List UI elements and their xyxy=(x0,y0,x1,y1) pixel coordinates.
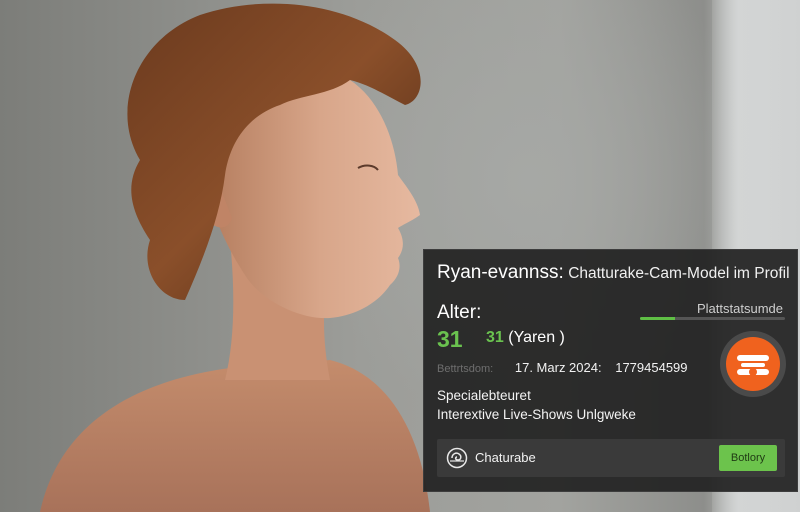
platform-strip: Chaturabe Botlory xyxy=(437,439,785,477)
profile-card: Ryan-evannss: Chatturake-Cam-Model im Pr… xyxy=(423,249,798,492)
platform-name: Chaturabe xyxy=(475,450,536,465)
meta-label: Bettrtsdom: xyxy=(437,363,494,375)
platform-action-button[interactable]: Botlory xyxy=(719,445,777,471)
specialty-title: Specialebteuret xyxy=(437,388,531,403)
profile-title: Ryan-evannss: Chatturake-Cam-Model im Pr… xyxy=(437,262,792,284)
meta-date: 17. Marz 2024: xyxy=(514,360,602,375)
age-value: 31 xyxy=(437,326,463,352)
spiral-logo-icon xyxy=(446,447,468,469)
age-years-text: (Yaren ) xyxy=(508,329,565,346)
age-years-number: 31 xyxy=(486,329,504,346)
platform-progress-bar xyxy=(640,317,785,320)
age-years: 31 (Yaren ) xyxy=(486,329,565,347)
platform-status-label: Plattstatsumde xyxy=(697,301,783,316)
profile-name: Ryan-evannss: xyxy=(437,262,564,283)
meta-row: Bettrtsdom: 17. Marz 2024: 1779454599 xyxy=(437,360,688,375)
profile-subtitle: Chatturake-Cam-Model im Profil xyxy=(568,265,790,282)
masked-face-logo-icon xyxy=(720,331,786,397)
platform-progress-fill xyxy=(640,317,675,320)
meta-id: 1779454599 xyxy=(615,360,688,375)
specialty-description: Interextive Live-Shows Unlgweke xyxy=(437,407,636,422)
age-label: Alter: xyxy=(437,302,482,323)
